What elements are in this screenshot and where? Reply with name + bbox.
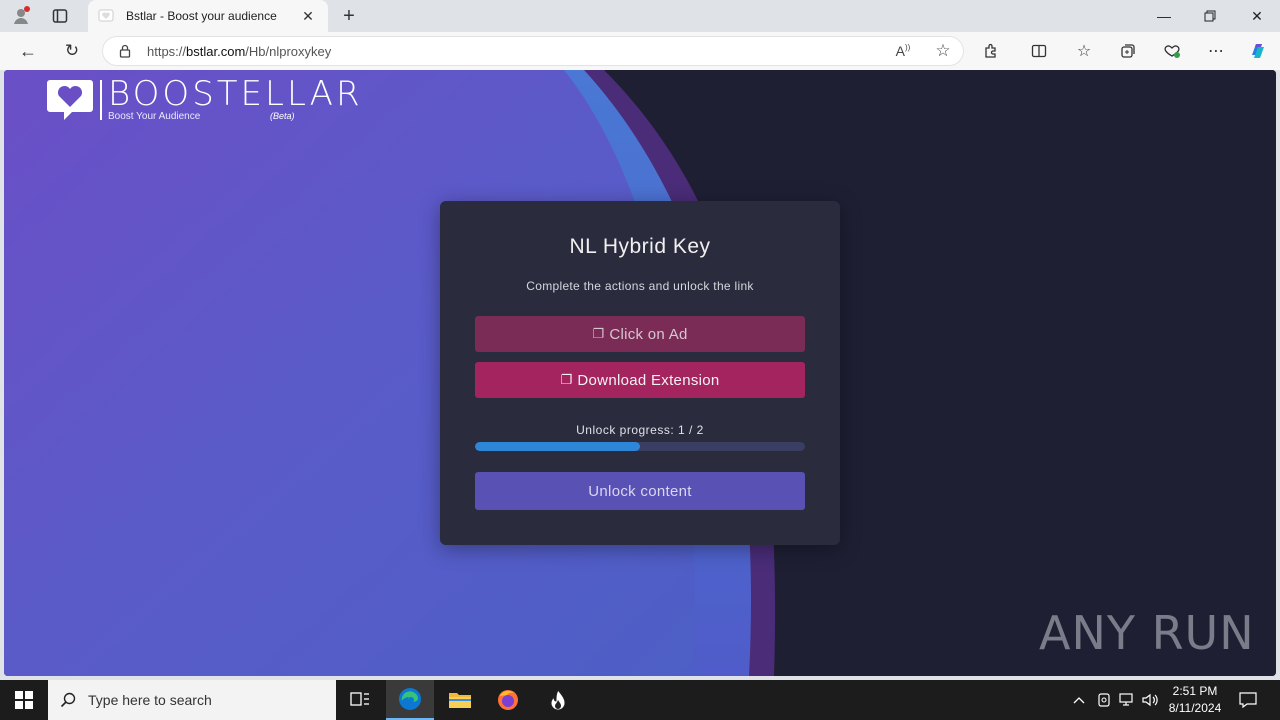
refresh-icon[interactable]: ↻ — [58, 37, 86, 65]
tab-close-icon[interactable]: ✕ — [298, 8, 318, 25]
tab-actions-icon[interactable] — [50, 6, 70, 26]
restore-icon[interactable] — [1187, 0, 1233, 32]
tab-title: Bstlar - Boost your audience — [126, 9, 277, 23]
browser-toolbar: ← ↻ https://bstlar.com/Hb/nlproxykey A))… — [0, 32, 1280, 70]
download-extension-label: Download Extension — [577, 371, 720, 389]
logo-divider — [100, 80, 102, 120]
address-bar[interactable]: https://bstlar.com/Hb/nlproxykey A)) ☆ — [102, 36, 964, 66]
network-icon[interactable] — [1116, 680, 1138, 720]
clock-time: 2:51 PM — [1172, 684, 1218, 698]
card-title: NL Hybrid Key — [569, 235, 711, 258]
close-window-icon[interactable]: ✕ — [1234, 0, 1280, 32]
unlock-progress-label: Unlock progress: 1 / 2 — [576, 423, 704, 437]
logo-brand-text: BOOSTELLAR — [108, 74, 363, 114]
favorites-icon[interactable]: ☆ — [1070, 37, 1098, 65]
windows-taskbar: Type here to search 2:51 PM 8/11/2024 — [0, 680, 1280, 720]
read-aloud-icon[interactable]: A)) — [883, 43, 923, 59]
minimize-icon[interactable]: — — [1141, 0, 1187, 32]
logo-tagline: Boost Your Audience — [108, 111, 201, 122]
url-prefix: https:// — [147, 43, 187, 59]
browser-essentials-icon[interactable] — [1158, 37, 1186, 65]
copy-icon: ❐ — [560, 372, 573, 387]
browser-tab-strip: Bstlar - Boost your audience ✕ + — ✕ — [0, 0, 1280, 32]
windows-start-icon[interactable] — [0, 680, 48, 720]
card-subtitle: Complete the actions and unlock the link — [526, 279, 754, 293]
download-extension-button[interactable]: ❐ Download Extension — [475, 362, 805, 398]
logo-beta-label: (Beta) — [270, 111, 295, 121]
heart-logo-icon — [46, 78, 94, 127]
app-flame-icon[interactable] — [534, 680, 582, 720]
copilot-icon[interactable] — [1244, 37, 1272, 65]
taskbar-clock[interactable]: 2:51 PM 8/11/2024 — [1160, 683, 1230, 717]
anyrun-watermark: ANY RUN — [1039, 606, 1255, 660]
split-screen-icon[interactable] — [1025, 37, 1053, 65]
extensions-icon[interactable] — [977, 37, 1005, 65]
unlock-progress-bar — [475, 442, 805, 451]
click-on-ad-button[interactable]: ❐ Click on Ad — [475, 316, 805, 352]
task-view-icon[interactable] — [336, 680, 384, 720]
url-host: bstlar.com — [186, 43, 246, 59]
active-tab[interactable]: Bstlar - Boost your audience ✕ — [88, 0, 328, 32]
taskbar-search-box[interactable]: Type here to search — [48, 680, 336, 720]
notifications-icon[interactable] — [1234, 680, 1262, 720]
unlock-progress-fill — [475, 442, 640, 451]
back-arrow-icon[interactable]: ← — [14, 37, 42, 65]
tray-chevron-up-icon[interactable] — [1068, 680, 1090, 720]
file-explorer-icon[interactable] — [436, 680, 484, 720]
search-icon — [48, 692, 88, 708]
copy-icon: ❐ — [592, 326, 605, 341]
more-menu-icon[interactable]: ⋯ — [1202, 37, 1230, 65]
unlock-content-label: Unlock content — [588, 482, 692, 500]
click-on-ad-label: Click on Ad — [609, 325, 688, 343]
clock-date: 8/11/2024 — [1168, 701, 1222, 715]
tray-device-icon[interactable] — [1094, 680, 1114, 720]
collections-icon[interactable] — [1114, 37, 1142, 65]
url-path: /Hb/nlproxykey — [245, 43, 332, 59]
favorite-star-icon[interactable]: ☆ — [923, 41, 963, 61]
page-viewport: BOOSTELLAR Boost Your Audience (Beta) NL… — [4, 70, 1276, 676]
profile-icon[interactable] — [10, 6, 32, 26]
url-text[interactable]: https://bstlar.com/Hb/nlproxykey — [147, 44, 883, 59]
taskbar-search-placeholder: Type here to search — [88, 692, 212, 708]
volume-icon[interactable] — [1140, 680, 1162, 720]
unlock-card: NL Hybrid Key Complete the actions and u… — [440, 201, 840, 545]
new-tab-icon[interactable]: + — [338, 5, 360, 27]
unlock-content-button[interactable]: Unlock content — [475, 472, 805, 510]
edge-taskbar-icon[interactable] — [386, 680, 434, 720]
firefox-icon[interactable] — [484, 680, 532, 720]
heart-favicon-icon — [98, 8, 114, 24]
lock-icon[interactable] — [103, 44, 147, 58]
